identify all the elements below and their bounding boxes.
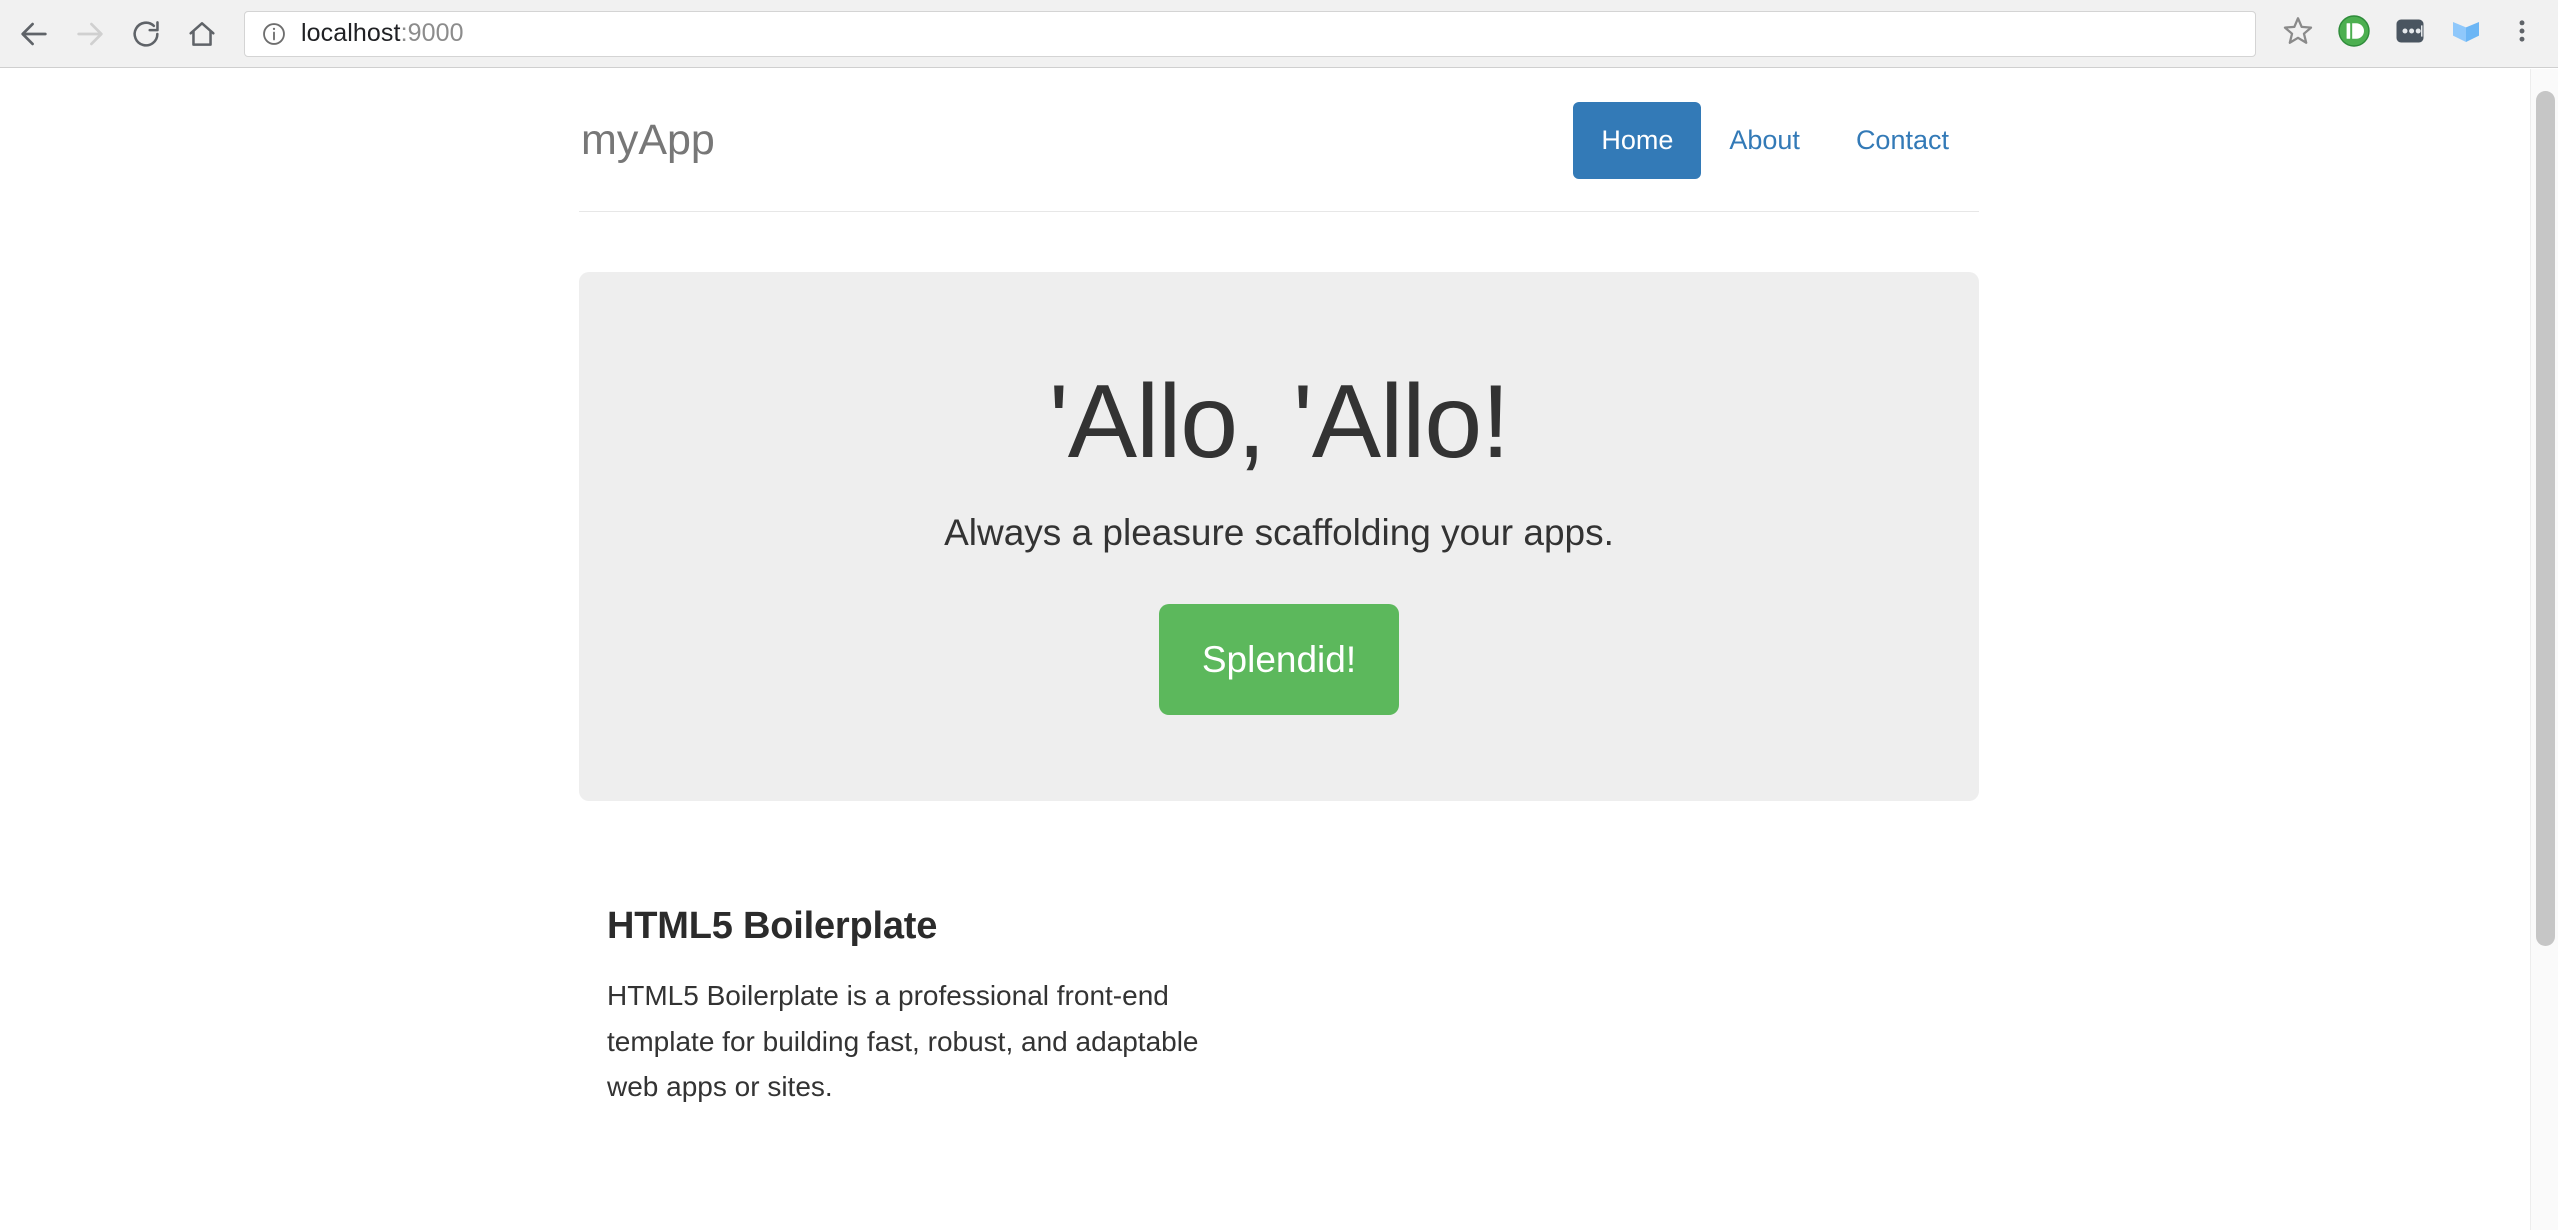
page-scrollbar[interactable]	[2530, 69, 2558, 1230]
jumbotron-title: 'Allo, 'Allo!	[1048, 364, 1510, 480]
forward-button[interactable]	[62, 6, 118, 62]
pocket-extension-button[interactable]	[2438, 6, 2494, 62]
info-circle-icon[interactable]	[261, 21, 287, 47]
back-arrow-icon	[17, 17, 51, 51]
chrome-menu-icon	[2508, 17, 2536, 50]
bookmark-star-icon	[2281, 14, 2315, 53]
password-manager-extension-icon	[2394, 15, 2426, 52]
page-viewport: myApp Home About Contact 'Allo, 'Allo! A…	[0, 69, 2558, 1230]
pocket-extension-icon	[2448, 13, 2484, 54]
forward-arrow-icon	[73, 17, 107, 51]
nav-item-about[interactable]: About	[1701, 102, 1828, 179]
url-text: localhost:9000	[301, 19, 464, 48]
back-button[interactable]	[6, 6, 62, 62]
password-manager-extension-button[interactable]	[2382, 6, 2438, 62]
page-container: myApp Home About Contact 'Allo, 'Allo! A…	[579, 69, 1979, 1109]
main-nav: Home About Contact	[1573, 101, 1979, 179]
address-bar[interactable]: localhost:9000	[244, 10, 2256, 57]
chrome-menu-button[interactable]	[2494, 6, 2550, 62]
home-icon	[186, 18, 218, 50]
reload-button[interactable]	[118, 6, 174, 62]
bookmark-star-button[interactable]	[2270, 6, 2326, 62]
feature-body: HTML5 Boilerplate is a professional fron…	[607, 980, 1199, 1103]
home-button[interactable]	[174, 6, 230, 62]
reload-icon	[130, 18, 162, 50]
feature-heading: HTML5 Boilerplate	[607, 904, 938, 947]
site-header: myApp Home About Contact	[579, 69, 1979, 212]
brand-title[interactable]: myApp	[579, 118, 715, 162]
features-section: HTML5 Boilerplate HTML5 Boilerplate is a…	[579, 904, 1219, 1110]
splendid-button[interactable]: Splendid!	[1158, 603, 1400, 715]
jumbotron-subtitle: Always a pleasure scaffolding your apps.	[944, 512, 1614, 554]
nav-item-contact[interactable]: Contact	[1828, 102, 1977, 179]
nav-item-home[interactable]: Home	[1573, 101, 1702, 179]
url-port: :9000	[400, 19, 464, 47]
browser-toolbar: localhost:9000	[0, 0, 2558, 68]
pushbullet-extension-icon	[2337, 14, 2371, 53]
url-host: localhost	[301, 19, 401, 47]
scrollbar-thumb[interactable]	[2536, 91, 2555, 946]
pushbullet-extension-button[interactable]	[2326, 6, 2382, 62]
jumbotron: 'Allo, 'Allo! Always a pleasure scaffold…	[579, 272, 1979, 801]
